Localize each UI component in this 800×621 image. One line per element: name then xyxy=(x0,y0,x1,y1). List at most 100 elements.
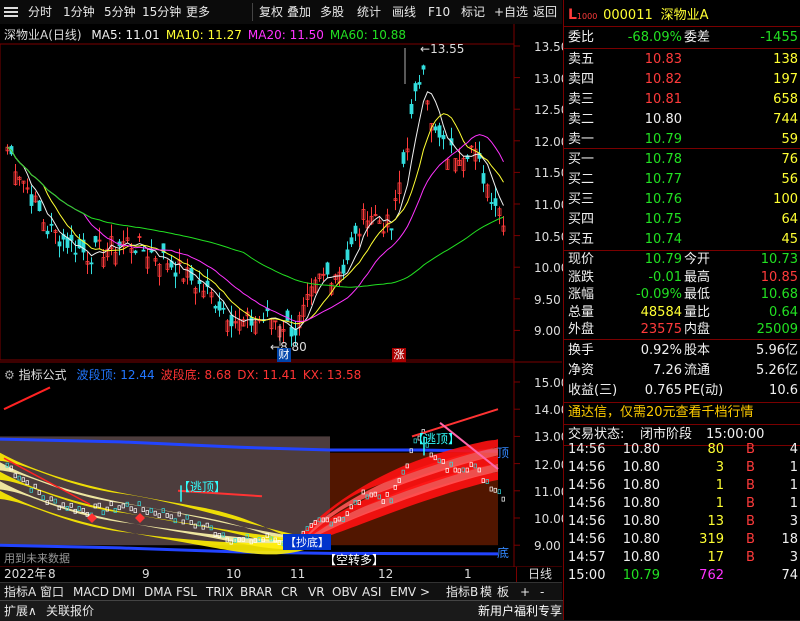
toolbar-item-1[interactable]: 1分钟 xyxy=(63,3,95,21)
toolbar-item-2[interactable]: 5分钟 xyxy=(104,3,136,21)
tab-14[interactable]: 指标B xyxy=(446,584,478,600)
tab-11[interactable]: ASI xyxy=(362,584,381,600)
indicator-title[interactable]: 指标公式 xyxy=(19,368,67,382)
expand-button[interactable]: 扩展∧ xyxy=(4,603,37,619)
tab-7[interactable]: BRAR xyxy=(240,584,273,600)
toolbar-item-4[interactable]: 更多 xyxy=(186,3,210,21)
escape-top-tag-1: 【逃顶】 xyxy=(178,480,227,494)
future-data-note: 用到未来数据 xyxy=(4,552,70,565)
stat-row: 涨幅 -0.09% 最低 10.68 xyxy=(568,287,798,303)
tick-row: 14:56 10.80 80 B 4 xyxy=(568,442,798,457)
stock-name: 深物业A xyxy=(660,8,709,23)
x-axis: 2022年 8 9 10 11 12 1 日线 xyxy=(0,567,562,582)
toolbar-item-8[interactable]: 统计 xyxy=(357,3,381,21)
settings-icon[interactable]: ⚙ xyxy=(4,368,15,382)
toolbar-item-5[interactable]: 复权 xyxy=(252,3,283,21)
stat-row: 现价 10.79 今开 10.73 xyxy=(568,252,798,267)
finance-marker[interactable]: 财 xyxy=(277,348,291,362)
high-price-label: ←13.55 xyxy=(420,42,465,56)
toolbar-item-0[interactable]: 分时 xyxy=(28,3,52,21)
ask-row[interactable]: 卖二 10.80 744 xyxy=(564,109,800,130)
tab-5[interactable]: FSL xyxy=(176,584,197,600)
toolbar-item-6[interactable]: 叠加 xyxy=(287,3,311,21)
tab-4[interactable]: DMA xyxy=(144,584,172,600)
tick-row: 15:00 10.79 762 74 xyxy=(568,568,798,583)
kline-chart[interactable] xyxy=(0,24,562,570)
bid-row[interactable]: 买三 10.76 100 xyxy=(564,189,800,210)
x-axis-label: 8 xyxy=(48,567,56,581)
tab-16[interactable]: 板 xyxy=(497,584,509,600)
main-y-tick: 9.50 xyxy=(534,292,561,307)
ma-label-0: MA5: 11.01 xyxy=(91,28,160,42)
tab-12[interactable]: EMV xyxy=(390,584,416,600)
tick-row: 14:57 10.80 17 B 3 xyxy=(568,550,798,565)
ma-label-2: MA20: 11.50 xyxy=(247,28,324,42)
bid-row[interactable]: 买四 10.75 64 xyxy=(564,209,800,230)
tab-17[interactable]: + xyxy=(520,584,530,600)
x-axis-label: 2022年 xyxy=(4,567,47,581)
tab-10[interactable]: OBV xyxy=(332,584,358,600)
ask-row[interactable]: 卖五 10.83 138 xyxy=(564,49,800,70)
period-selector[interactable]: 日线 xyxy=(516,567,563,582)
bid-row[interactable]: 买一 10.78 76 xyxy=(564,149,800,170)
indicator-y-tick: 9.00 xyxy=(534,539,561,554)
stat-row: 涨跌 -0.01 最高 10.85 xyxy=(568,269,798,285)
chart-title: 深物业A(日线) xyxy=(4,28,82,42)
limit-up-marker[interactable]: 涨 xyxy=(392,348,406,362)
escape-top-tag-2: 【逃顶】 xyxy=(412,432,461,446)
bottom-edge-tag: 底 xyxy=(497,546,510,560)
toolbar-item-11[interactable]: 标记 xyxy=(461,3,485,21)
stock-code: 000011 xyxy=(603,8,653,23)
chart-header: 深物业A(日线) MA5: 11.01 MA10: 11.27 MA20: 11.5… xyxy=(4,26,406,43)
tick-row: 14:56 10.80 3 B 1 xyxy=(568,460,798,475)
bottom-tag: 【抄底】 xyxy=(283,534,331,550)
tab-13[interactable]: > xyxy=(420,584,430,600)
bid-row[interactable]: 买二 10.77 56 xyxy=(564,169,800,190)
toolbar-item-10[interactable]: F10 xyxy=(428,3,450,21)
ma-label-1: MA10: 11.27 xyxy=(165,28,242,42)
ma-label-3: MA60: 10.88 xyxy=(329,28,406,42)
ask-row[interactable]: 卖四 10.82 197 xyxy=(564,69,800,90)
indicator-tabs: 指标A 窗口 MACD DMI DMA FSL TRIX BRAR CR VR OBV ASI EMV >… xyxy=(0,582,562,601)
related-quote-button[interactable]: 关联报价 xyxy=(46,603,94,619)
tab-15[interactable]: 模 xyxy=(480,584,492,600)
tab-1[interactable]: 窗口 xyxy=(40,584,64,600)
stat2-row: 收益(三) 0.765 PE(动) 10.6 xyxy=(568,383,798,398)
bid-row[interactable]: 买五 10.74 45 xyxy=(564,229,800,250)
toolbar-item-3[interactable]: 15分钟 xyxy=(142,3,181,21)
order-ratio-row: 委比 -68.09% 委差 -1455 xyxy=(568,30,798,45)
toolbar-item-12[interactable]: +自选 xyxy=(494,3,528,21)
tab-0[interactable]: 指标A xyxy=(4,584,36,600)
x-axis-label: 1 xyxy=(464,567,472,581)
x-axis-label: 9 xyxy=(142,567,150,581)
ask-row[interactable]: 卖三 10.81 658 xyxy=(564,89,800,110)
x-axis-label: 10 xyxy=(226,567,242,581)
ask-row[interactable]: 卖一 10.79 59 xyxy=(564,129,800,150)
toolbar-item-7[interactable]: 多股 xyxy=(320,3,344,21)
indicator-label-2: DX: 11.41 xyxy=(237,368,297,382)
tab-9[interactable]: VR xyxy=(308,584,325,600)
tab-3[interactable]: DMI xyxy=(112,584,135,600)
level2-promo[interactable]: 通达信，仅需20元查看千档行情 xyxy=(564,402,800,423)
indicator-label-0: 波段顶: 12.44 xyxy=(76,368,155,382)
toolbar-item-9[interactable]: 画线 xyxy=(392,3,416,21)
short-to-long-tag: 【空转多】 xyxy=(324,553,385,567)
logo-icon: L xyxy=(568,7,577,23)
indicator-label-1: 波段底: 8.68 xyxy=(160,368,232,382)
tick-row: 14:56 10.80 1 B 1 xyxy=(568,478,798,493)
toolbar-item-13[interactable]: 返回 xyxy=(533,3,557,21)
tab-6[interactable]: TRIX xyxy=(206,584,233,600)
tab-18[interactable]: - xyxy=(540,584,544,600)
top-tag: 顶 xyxy=(497,446,510,460)
new-user-promo[interactable]: 新用户福利专享 xyxy=(478,603,562,619)
menu-icon[interactable] xyxy=(4,5,18,19)
quote-header: L1000 000011 深物业A xyxy=(568,7,709,23)
tab-8[interactable]: CR xyxy=(281,584,298,600)
x-axis-label: 12 xyxy=(378,567,394,581)
tick-row: 14:56 10.80 319 B 18 xyxy=(568,532,798,547)
quote-panel: L1000 000011 深物业A 委比 -68.09% 委差 -1455 卖五… xyxy=(563,0,800,620)
tick-row: 14:56 10.80 1 B 1 xyxy=(568,496,798,511)
tab-2[interactable]: MACD xyxy=(73,584,109,600)
stat-row: 外盘 23575 内盘 25009 xyxy=(568,322,798,338)
chart-toolbar: 分时 1分钟 5分钟 15分钟 更多 复权 叠加 多股 统计 画线 F10 标记 +自选 返回 xyxy=(0,0,562,25)
